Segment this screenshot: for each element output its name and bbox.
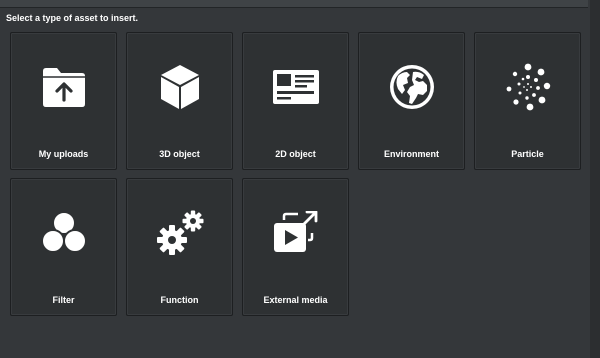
asset-type-prompt: Select a type of asset to insert. [6, 13, 139, 23]
asset-tile-label: Environment [383, 149, 439, 159]
asset-tile-label: External media [263, 295, 328, 305]
asset-tile-label: 2D object [275, 149, 316, 159]
asset-tile-filter[interactable]: Filter [10, 178, 117, 316]
asset-tile-external-media[interactable]: External media [242, 178, 349, 316]
asset-tile-3d-object[interactable]: 3D object [126, 32, 233, 170]
asset-tile-environment[interactable]: Environment [358, 32, 465, 170]
overlapping-circles-icon [40, 211, 87, 253]
asset-tile-label: My uploads [38, 149, 89, 159]
particle-burst-icon [506, 63, 550, 111]
gears-icon [156, 210, 203, 255]
asset-tile-particle[interactable]: Particle [474, 32, 581, 170]
external-video-icon [273, 211, 317, 252]
globe-icon [389, 65, 434, 109]
asset-type-grid: My uploads 3D object 2D object Environme… [10, 32, 581, 316]
scrollbar-track[interactable] [590, 0, 600, 358]
asset-tile-label: 3D object [159, 149, 200, 159]
asset-tile-label: Particle [511, 149, 544, 159]
asset-tile-label: Filter [52, 295, 75, 305]
folder-upload-icon [42, 68, 85, 107]
top-bar [0, 0, 588, 8]
asset-tile-2d-object[interactable]: 2D object [242, 32, 349, 170]
asset-tile-my-uploads[interactable]: My uploads [10, 32, 117, 170]
image-card-icon [272, 70, 319, 104]
cube-icon [160, 65, 199, 109]
asset-tile-function[interactable]: Function [126, 178, 233, 316]
asset-tile-label: Function [160, 295, 199, 305]
